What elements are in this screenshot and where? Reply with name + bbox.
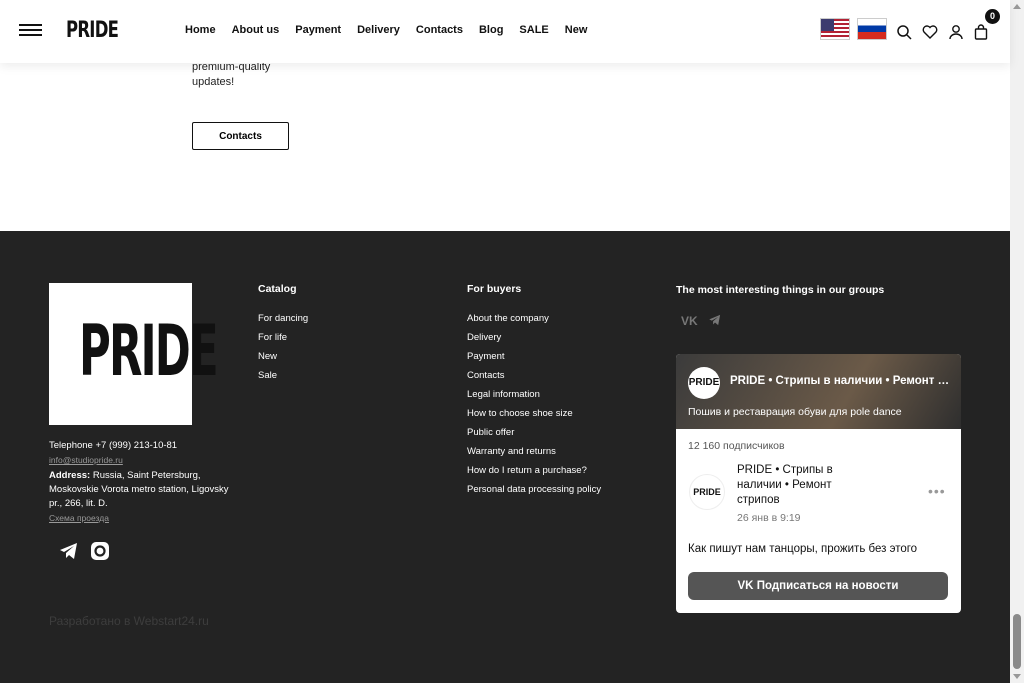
telephone[interactable]: Telephone +7 (999) 213-10-81 bbox=[49, 439, 239, 453]
buyers-item[interactable]: Public offer bbox=[467, 423, 601, 442]
scrollbar[interactable] bbox=[1010, 0, 1024, 683]
site-footer: PRIDE Telephone +7 (999) 213-10-81 info@… bbox=[0, 231, 1010, 683]
buyers-item[interactable]: Contacts bbox=[467, 366, 601, 385]
cart-count-badge: 0 bbox=[985, 9, 1000, 24]
nav-blog[interactable]: Blog bbox=[479, 24, 503, 36]
subscribe-button-label: Подписаться на новости bbox=[756, 580, 899, 592]
catalog-column: Catalog For dancing For life New Sale bbox=[258, 283, 308, 385]
groups-title: The most interesting things in our group… bbox=[676, 284, 885, 296]
nav-contacts[interactable]: Contacts bbox=[416, 24, 463, 36]
vk-logo-icon: VK bbox=[737, 580, 757, 592]
buyers-item[interactable]: Warranty and returns bbox=[467, 442, 601, 461]
buyers-item[interactable]: How do I return a purchase? bbox=[467, 461, 601, 480]
instagram-icon[interactable] bbox=[89, 540, 111, 562]
nav-payment[interactable]: Payment bbox=[295, 24, 341, 36]
nav-sale[interactable]: SALE bbox=[519, 24, 548, 36]
widget-subscribers: 12 160 подписчиков bbox=[688, 440, 785, 452]
us-flag-icon[interactable] bbox=[820, 18, 850, 40]
scroll-thumb[interactable] bbox=[1013, 614, 1021, 669]
section-text: premium-quality updates! bbox=[192, 61, 271, 88]
catalog-title: Catalog bbox=[258, 283, 297, 295]
header-logo[interactable]: PRIDE bbox=[66, 16, 119, 46]
buyers-title: For buyers bbox=[467, 283, 522, 295]
telegram-small-icon[interactable] bbox=[707, 313, 723, 327]
subscribe-button[interactable]: VK Подписаться на новости bbox=[688, 572, 948, 600]
contact-info: Telephone +7 (999) 213-10-81 info@studio… bbox=[49, 439, 239, 525]
buyers-item[interactable]: Payment bbox=[467, 347, 601, 366]
telegram-icon[interactable] bbox=[58, 540, 80, 562]
catalog-item[interactable]: For dancing bbox=[258, 309, 308, 328]
footer-logo[interactable]: PRIDE bbox=[49, 283, 219, 425]
nav-delivery[interactable]: Delivery bbox=[357, 24, 400, 36]
main-nav: Home About us Payment Delivery Contacts … bbox=[185, 24, 587, 36]
buyers-item[interactable]: How to choose shoe size bbox=[467, 404, 601, 423]
search-icon[interactable] bbox=[896, 24, 912, 40]
address-label: Address: bbox=[49, 470, 91, 481]
footer-logo-text: PRIDE bbox=[79, 310, 219, 392]
buyers-item[interactable]: Delivery bbox=[467, 328, 601, 347]
widget-post-avatar[interactable]: PRIDE bbox=[689, 474, 725, 510]
nav-home[interactable]: Home bbox=[185, 24, 216, 36]
site-header: PRIDE Home About us Payment Delivery Con… bbox=[0, 0, 1010, 63]
ru-flag-icon[interactable] bbox=[857, 18, 887, 40]
menu-icon[interactable] bbox=[19, 24, 42, 36]
page: PRIDE Home About us Payment Delivery Con… bbox=[0, 0, 1024, 683]
widget-post-text: Как пишут нам танцоры, прожить без этого bbox=[688, 543, 918, 555]
buyers-item[interactable]: About the company bbox=[467, 309, 601, 328]
widget-cover-avatar[interactable]: PRIDE bbox=[688, 367, 720, 399]
developer-credit[interactable]: Разработано в Webstart24.ru bbox=[49, 614, 209, 628]
scroll-up-arrow-icon[interactable] bbox=[1013, 4, 1021, 9]
vk-icon[interactable]: VK bbox=[681, 314, 698, 328]
cart-icon[interactable] bbox=[973, 24, 989, 40]
contacts-button[interactable]: Contacts bbox=[192, 122, 289, 150]
nav-new[interactable]: New bbox=[565, 24, 588, 36]
heart-icon[interactable] bbox=[922, 24, 938, 40]
buyers-column: For buyers About the company Delivery Pa… bbox=[467, 283, 601, 499]
map-link[interactable]: Схема проезда bbox=[49, 511, 239, 525]
email-link[interactable]: info@studiopride.ru bbox=[49, 453, 239, 467]
scroll-down-arrow-icon[interactable] bbox=[1013, 674, 1021, 679]
widget-post-title[interactable]: PRIDE • Стрипы в наличии • Ремонт стрипо… bbox=[737, 463, 877, 508]
address: Address: Russia, Saint Petersburg, Mosko… bbox=[49, 469, 239, 511]
more-icon[interactable]: ••• bbox=[928, 483, 946, 499]
widget-cover-title[interactable]: PRIDE • Стрипы в наличии • Ремонт стрипо… bbox=[730, 375, 952, 387]
catalog-item[interactable]: New bbox=[258, 347, 308, 366]
buyers-item[interactable]: Personal data processing policy bbox=[467, 480, 601, 499]
buyers-item[interactable]: Legal information bbox=[467, 385, 601, 404]
nav-about-us[interactable]: About us bbox=[232, 24, 280, 36]
catalog-item[interactable]: Sale bbox=[258, 366, 308, 385]
catalog-item[interactable]: For life bbox=[258, 328, 308, 347]
vk-widget: PRIDE PRIDE • Стрипы в наличии • Ремонт … bbox=[676, 354, 961, 613]
widget-post-date: 26 янв в 9:19 bbox=[737, 512, 801, 524]
user-icon[interactable] bbox=[948, 24, 964, 40]
widget-cover-subtitle: Пошив и реставрация обуви для pole dance bbox=[688, 406, 902, 418]
